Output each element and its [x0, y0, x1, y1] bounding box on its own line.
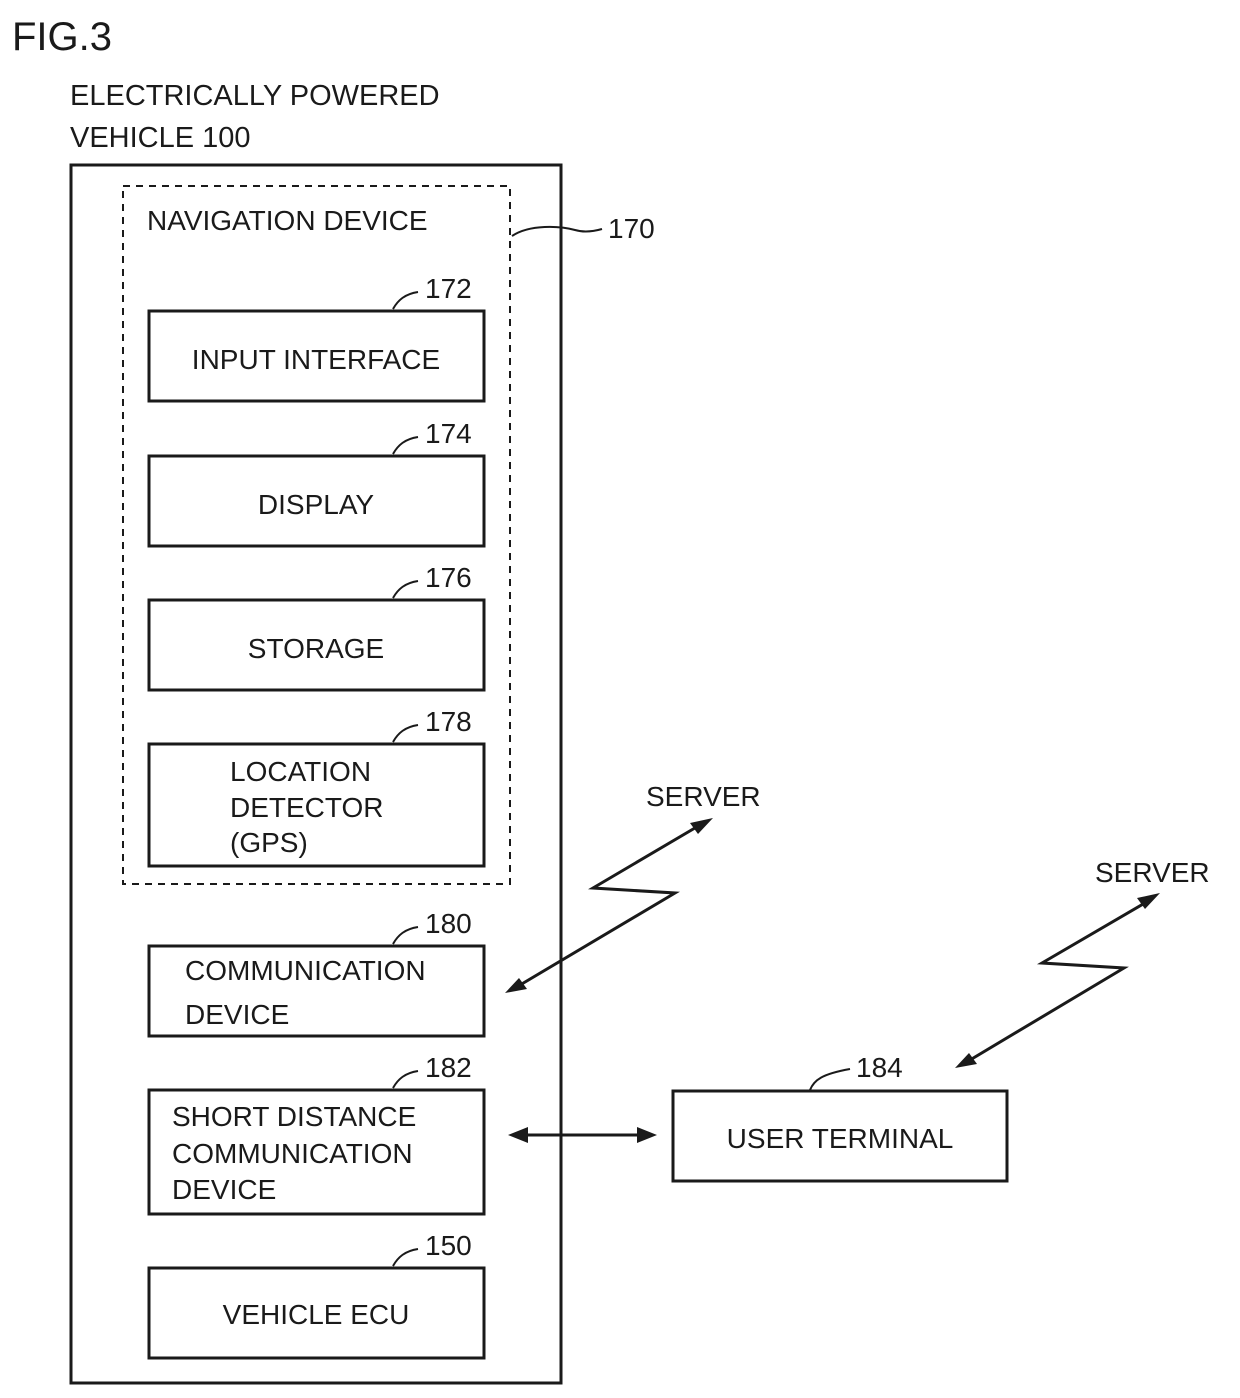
leader-line-182: [392, 1070, 419, 1089]
arrowhead-server-2-down: [955, 1053, 977, 1068]
leader-line-172: [392, 291, 419, 310]
short-distance-label-line1: SHORT DISTANCE: [172, 1101, 416, 1132]
vehicle-ecu-label: VEHICLE ECU: [223, 1299, 410, 1330]
leader-line-184: [809, 1068, 851, 1091]
leader-line-170: [511, 225, 603, 237]
user-terminal-label: USER TERMINAL: [727, 1123, 954, 1154]
ref-170: 170: [608, 213, 655, 244]
communication-device-label-line1: COMMUNICATION: [185, 955, 426, 986]
short-distance-label-line3: DEVICE: [172, 1174, 276, 1205]
input-interface-label: INPUT INTERFACE: [192, 344, 440, 375]
arrowhead-short-range-left: [508, 1127, 528, 1143]
server-label-2: SERVER: [1095, 857, 1210, 888]
arrowhead-server-1-up: [690, 818, 713, 834]
leader-line-180: [392, 926, 419, 945]
wireless-link-server-1: [514, 823, 701, 990]
leader-line-150: [392, 1248, 419, 1267]
figure-label: FIG.3: [12, 15, 112, 59]
navigation-device-label: NAVIGATION DEVICE: [147, 205, 428, 236]
wireless-link-server-2: [964, 898, 1151, 1065]
ref-184: 184: [856, 1052, 903, 1083]
leader-line-174: [392, 436, 419, 455]
location-detector-label-line3: (GPS): [230, 827, 308, 858]
vehicle-title-line1: ELECTRICALLY POWERED: [70, 80, 440, 112]
diagram-canvas: FIG.3 ELECTRICALLY POWERED VEHICLE 100 N…: [12, 15, 1210, 1385]
ref-180: 180: [425, 908, 472, 939]
ref-172: 172: [425, 273, 472, 304]
short-distance-label-line2: COMMUNICATION: [172, 1138, 413, 1169]
ref-176: 176: [425, 562, 472, 593]
location-detector-label-line2: DETECTOR: [230, 792, 384, 823]
ref-182: 182: [425, 1052, 472, 1083]
vehicle-title-line2: VEHICLE 100: [70, 122, 251, 154]
location-detector-label-line1: LOCATION: [230, 756, 371, 787]
communication-device-label-line2: DEVICE: [185, 999, 289, 1030]
ref-174: 174: [425, 418, 472, 449]
ref-178: 178: [425, 706, 472, 737]
arrowhead-server-1-down: [505, 978, 527, 993]
ref-150: 150: [425, 1230, 472, 1261]
leader-line-176: [392, 580, 419, 599]
server-label-1: SERVER: [646, 781, 761, 812]
leader-line-178: [392, 724, 419, 743]
storage-label: STORAGE: [248, 633, 384, 664]
display-label: DISPLAY: [258, 489, 375, 520]
arrowhead-short-range-right: [637, 1127, 657, 1143]
